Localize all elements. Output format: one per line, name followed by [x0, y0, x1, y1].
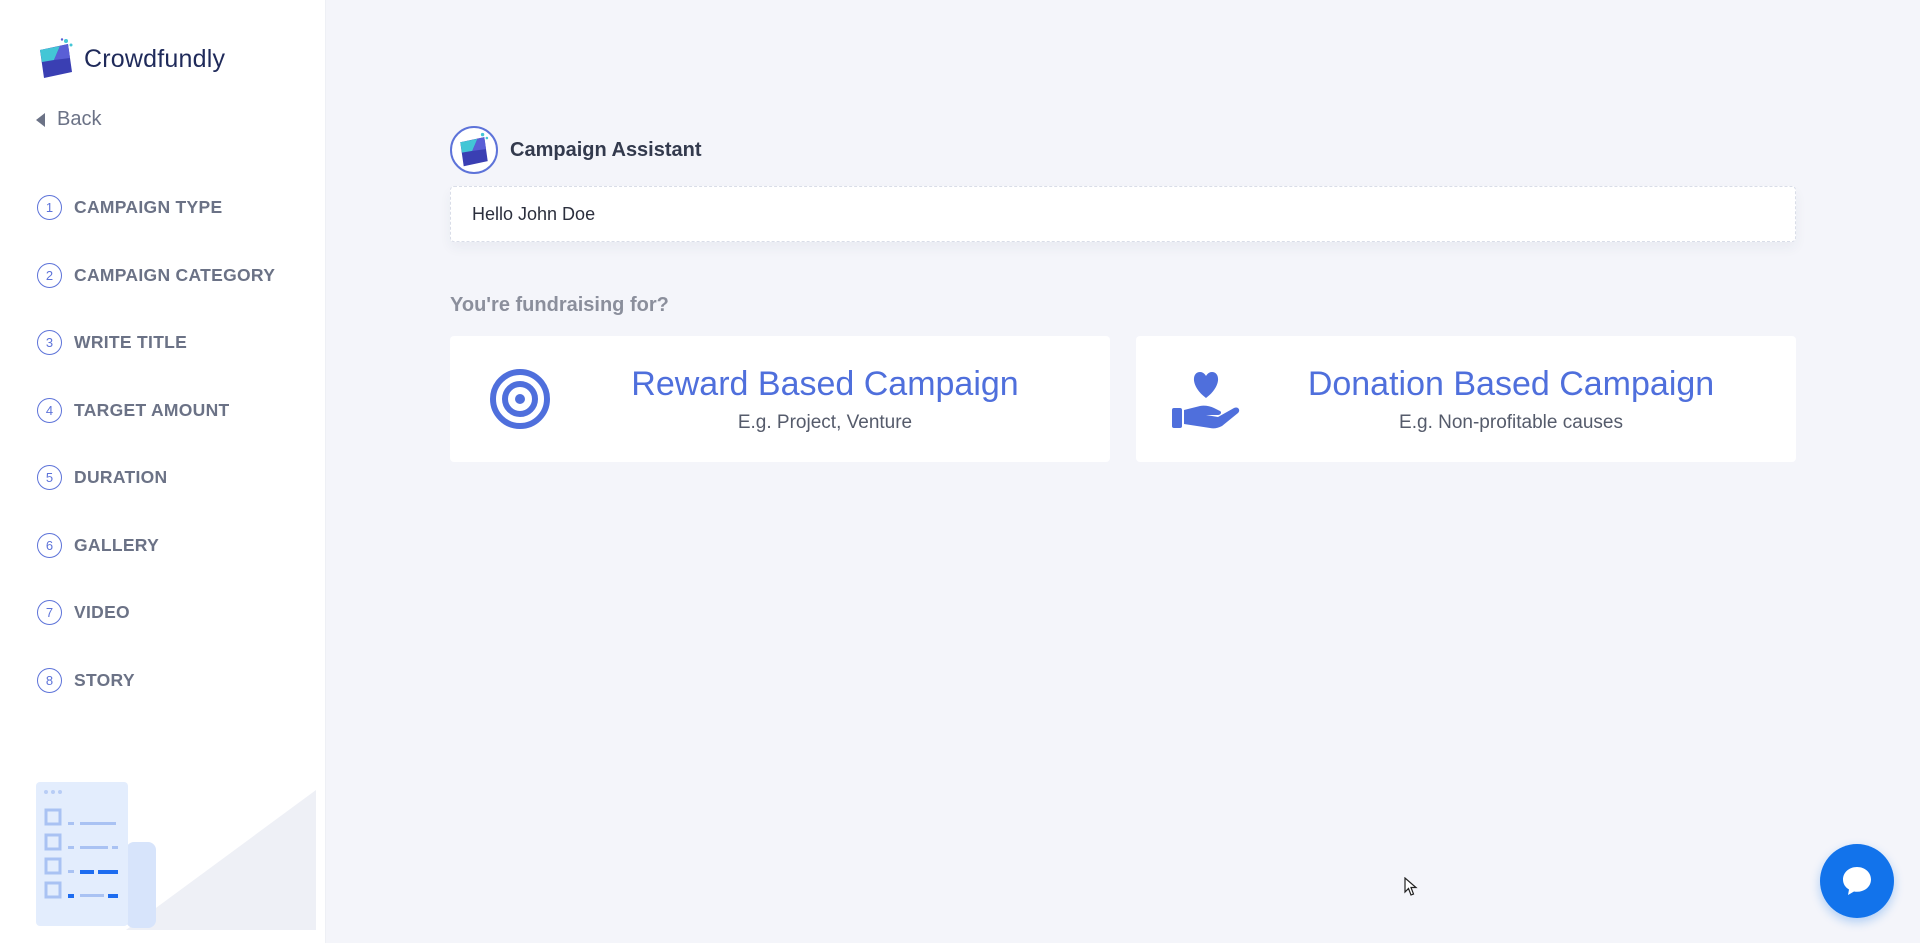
option-body: Reward Based Campaign E.g. Project, Vent…	[580, 365, 1110, 434]
step-number: 1	[37, 195, 62, 221]
option-title: Donation Based Campaign	[1307, 364, 1715, 403]
step-number: 8	[37, 667, 62, 693]
step-number: 3	[37, 330, 62, 356]
step-label: CAMPAIGN TYPE	[74, 197, 223, 218]
brand-logo[interactable]: Crowdfundly	[36, 38, 225, 80]
brand-name: Crowdfundly	[84, 44, 226, 73]
crowdfundly-logo-icon	[460, 132, 489, 167]
step-label: VIDEO	[74, 602, 130, 623]
back-label: Back	[57, 108, 102, 130]
option-subtitle: E.g. Non-profitable causes	[1399, 411, 1623, 433]
message-text: Hello John Doe	[472, 203, 596, 224]
heart-hand-icon	[1146, 336, 1266, 462]
step-number: 6	[37, 532, 62, 558]
step-campaign-category[interactable]: 2 CAMPAIGN CATEGORY	[37, 242, 275, 310]
option-body: Donation Based Campaign E.g. Non-profita…	[1266, 365, 1796, 434]
main-content: Campaign Assistant Hello John Doe You're…	[326, 0, 1920, 943]
app: Crowdfundly Back 1 CAMPAIGN TYPE 2 CAMPA…	[0, 0, 1920, 943]
step-video[interactable]: 7 VIDEO	[37, 579, 275, 647]
step-target-amount[interactable]: 4 TARGET AMOUNT	[37, 377, 275, 445]
mouse-cursor-icon	[1404, 877, 1418, 896]
assistant-avatar	[450, 126, 498, 174]
checklist-illustration-icon	[36, 782, 316, 930]
crowdfundly-logo-icon	[40, 38, 73, 78]
step-story[interactable]: 8 STORY	[37, 647, 275, 715]
chat-bubble-icon	[1843, 867, 1871, 895]
step-label: CAMPAIGN CATEGORY	[74, 264, 276, 285]
step-number: 2	[37, 262, 62, 288]
step-label: TARGET AMOUNT	[74, 399, 230, 420]
step-label: WRITE TITLE	[74, 332, 188, 353]
sidebar: Crowdfundly Back 1 CAMPAIGN TYPE 2 CAMPA…	[0, 0, 326, 943]
step-list: 1 CAMPAIGN TYPE 2 CAMPAIGN CATEGORY 3 WR…	[37, 174, 275, 714]
reward-campaign-option[interactable]: Reward Based Campaign E.g. Project, Vent…	[450, 336, 1110, 462]
assistant-header: Campaign Assistant	[450, 126, 702, 174]
step-duration[interactable]: 5 DURATION	[37, 444, 275, 512]
step-number: 4	[37, 397, 62, 423]
step-number: 5	[37, 465, 62, 491]
assistant-message: Hello John Doe	[450, 186, 1796, 242]
question-label: You're fundraising for?	[450, 294, 669, 316]
back-link[interactable]: Back	[36, 108, 101, 131]
step-write-title[interactable]: 3 WRITE TITLE	[37, 309, 275, 377]
step-gallery[interactable]: 6 GALLERY	[37, 512, 275, 580]
caret-left-icon	[36, 112, 45, 127]
target-icon	[460, 336, 580, 462]
donation-campaign-option[interactable]: Donation Based Campaign E.g. Non-profita…	[1136, 336, 1796, 462]
step-campaign-type[interactable]: 1 CAMPAIGN TYPE	[37, 174, 275, 242]
assistant-name: Campaign Assistant	[510, 138, 702, 161]
option-title: Reward Based Campaign	[631, 364, 1019, 403]
step-label: DURATION	[74, 467, 168, 488]
step-number: 7	[37, 600, 62, 626]
chat-button[interactable]	[1820, 844, 1894, 918]
step-label: STORY	[74, 669, 135, 690]
step-label: GALLERY	[74, 534, 160, 555]
option-subtitle: E.g. Project, Venture	[737, 411, 913, 433]
